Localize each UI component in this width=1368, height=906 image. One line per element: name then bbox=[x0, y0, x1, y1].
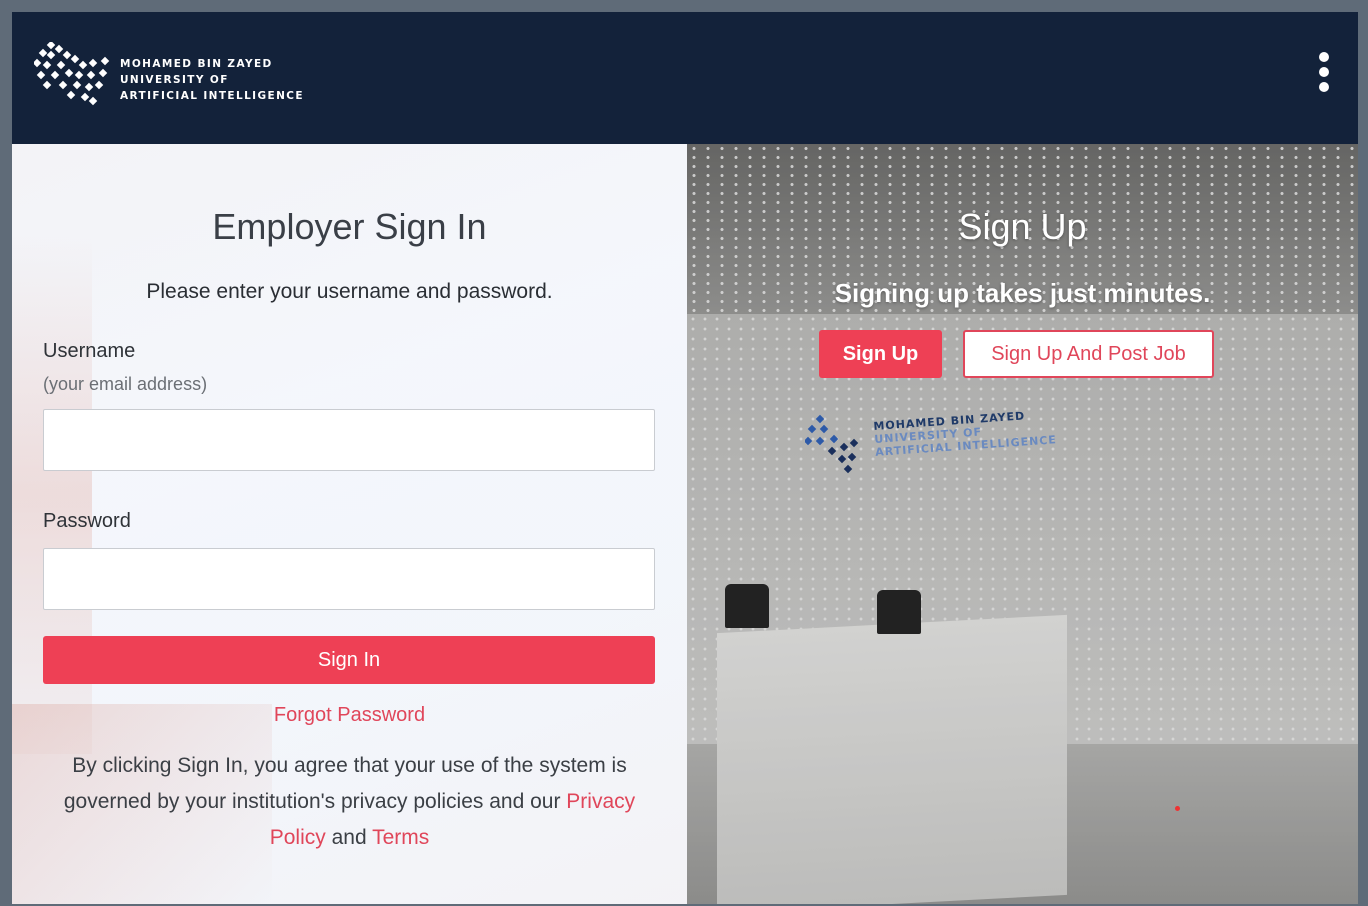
wall-logo-icon bbox=[805, 414, 859, 474]
sign-in-button[interactable]: Sign In bbox=[43, 636, 655, 684]
username-hint: (your email address) bbox=[43, 374, 208, 394]
username-input[interactable] bbox=[43, 409, 655, 471]
indicator-dot bbox=[1175, 806, 1180, 811]
agreement-body: By clicking Sign In, you agree that your… bbox=[63, 754, 627, 813]
agreement-and: and bbox=[331, 826, 367, 849]
background-overlay bbox=[687, 144, 1358, 904]
signup-panel: MOHAMED BIN ZAYED UNIVERSITY OF ARTIFICI… bbox=[687, 144, 1358, 904]
page-frame: MOHAMED BIN ZAYED UNIVERSITY OF ARTIFICI… bbox=[12, 12, 1358, 904]
password-input[interactable] bbox=[43, 548, 655, 610]
forgot-password-link[interactable]: Forgot Password bbox=[12, 704, 687, 727]
sign-up-and-post-job-button[interactable]: Sign Up And Post Job bbox=[963, 330, 1214, 378]
agreement-text: By clicking Sign In, you agree that your… bbox=[42, 748, 657, 856]
signup-subtitle: Signing up takes just minutes. bbox=[834, 278, 1211, 308]
kebab-menu-icon[interactable] bbox=[1312, 50, 1336, 94]
password-label: Password bbox=[43, 510, 131, 532]
logo-line-1: MOHAMED BIN ZAYED bbox=[120, 58, 273, 70]
terms-link[interactable]: Terms bbox=[372, 826, 429, 849]
mbzuai-logo-icon[interactable] bbox=[34, 42, 110, 106]
signin-panel: Employer Sign In Please enter your usern… bbox=[12, 144, 687, 904]
signup-title: Sign Up bbox=[958, 206, 1087, 247]
username-label: Username bbox=[43, 340, 136, 362]
logo-text: MOHAMED BIN ZAYED UNIVERSITY OF ARTIFICI… bbox=[120, 56, 304, 104]
sign-up-button[interactable]: Sign Up bbox=[819, 330, 942, 378]
signin-title: Employer Sign In bbox=[212, 206, 487, 247]
signin-subtitle: Please enter your username and password. bbox=[146, 280, 553, 303]
header-bar: MOHAMED BIN ZAYED UNIVERSITY OF ARTIFICI… bbox=[12, 12, 1358, 144]
logo-line-3: ARTIFICIAL INTELLIGENCE bbox=[120, 90, 304, 102]
logo-line-2: UNIVERSITY OF bbox=[120, 74, 229, 86]
